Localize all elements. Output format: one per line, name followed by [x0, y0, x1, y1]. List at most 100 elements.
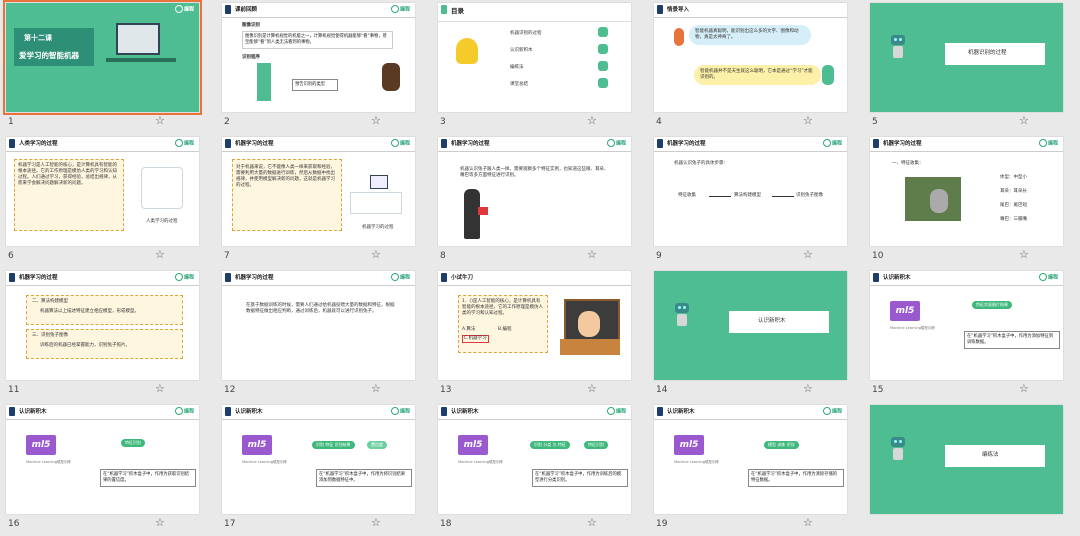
- answer-option[interactable]: C.机器学习: [462, 335, 489, 343]
- slide-number: 8: [440, 251, 446, 261]
- header-icon: [441, 139, 447, 148]
- star-icon[interactable]: ☆: [587, 114, 597, 127]
- logo-icon: [606, 407, 615, 415]
- star-icon[interactable]: ☆: [155, 516, 165, 529]
- slide-thumbnail-8[interactable]: 机器学习的过程 编程 机器认识兔子跟人类一样，需要观察多个特征实例，也知道这些眼、…: [432, 134, 648, 268]
- star-icon[interactable]: ☆: [803, 114, 813, 127]
- slide-thumbnail-7[interactable]: 机器学习的过程 编程 对于机器来说，它不能像人类一样来获取和经验，需要利用大量的数…: [216, 134, 432, 268]
- feature-item: 体型：中型小: [1000, 175, 1027, 180]
- slide-thumbnail-6[interactable]: 人类学习的过程 编程 机器学习是人工智能的核心，是计算机具有智能的根本途径。它的工…: [0, 134, 216, 268]
- explanation-box: 在“机器学习”积木盒子中，作用为清除存储的特征数据。: [748, 469, 844, 487]
- star-icon[interactable]: ☆: [371, 248, 381, 261]
- slide-header: 情景导入: [667, 7, 690, 13]
- slide-thumbnail-5[interactable]: 机器识别的过程 5 ☆: [864, 0, 1080, 134]
- star-icon[interactable]: ☆: [1019, 382, 1029, 395]
- brand-logo: 编程: [174, 407, 194, 415]
- explanation-box: 在“机器学习”积木盒子中，作用为将识别结果添加到数据特征中。: [316, 469, 412, 487]
- answer-option[interactable]: B.编程: [498, 327, 512, 333]
- star-icon[interactable]: ☆: [1019, 248, 1029, 261]
- slide-header: 机器学习的过程: [451, 141, 490, 147]
- toc-item[interactable]: 认识新积木: [510, 48, 533, 54]
- brand-logo: 编程: [174, 5, 194, 13]
- ml5-logo: ml5: [674, 435, 704, 455]
- slide-header: 认识新积木: [883, 275, 911, 281]
- slide-thumbnail-13[interactable]: 小试牛刀 1．()是人工智能的核心，是计算机具有智能的根本途径，它的工作原理是模…: [432, 268, 648, 402]
- slide-thumbnail-1[interactable]: 第十二课 爱学习的智能机器 编程 1 ☆: [0, 0, 216, 134]
- star-icon[interactable]: ☆: [587, 516, 597, 529]
- slide-header: 认识新积木: [451, 409, 479, 415]
- computer-icon: [370, 175, 388, 189]
- header-icon: [441, 273, 447, 282]
- header-icon: [657, 5, 663, 14]
- slide-number: 13: [440, 385, 452, 395]
- star-icon[interactable]: ☆: [371, 382, 381, 395]
- logo-icon: [822, 407, 831, 415]
- database-icon: [598, 78, 608, 88]
- slide-thumbnail-2[interactable]: 课前回顾 编程 图像识别 图像识别是计算机视觉的机能之一，计算机视觉使得机器能够“…: [216, 0, 432, 134]
- answer-option[interactable]: A.算法: [462, 327, 475, 333]
- ml5-logo: ml5: [458, 435, 488, 455]
- slide-canvas: 编练法: [870, 405, 1063, 514]
- boy-illustration: [822, 65, 834, 85]
- database-icon: [598, 61, 608, 71]
- header-icon: [873, 273, 879, 282]
- feature-item: 耳朵：耳朵长: [1000, 189, 1027, 194]
- star-icon[interactable]: ☆: [155, 248, 165, 261]
- star-icon[interactable]: ☆: [803, 382, 813, 395]
- step-label: 识别兔子图像: [796, 193, 823, 198]
- question-text: 1．()是人工智能的核心，是计算机具有智能的根本途径，它的工作原理是模仿人类的学…: [462, 299, 543, 316]
- slide-thumbnail-10[interactable]: 机器学习的过程 编程 一、特征收集： 体型：中型小 耳朵：耳朵长 尾巴：尾巴短 嘴…: [864, 134, 1080, 268]
- slide-thumbnail-4[interactable]: 情景导入 智能机器真聪明，能识别出这么多的文字、图像和动物，真是太神奇了。 智能…: [648, 0, 864, 134]
- logo-icon: [390, 407, 399, 415]
- star-icon[interactable]: ☆: [803, 516, 813, 529]
- owl-illustration: [382, 63, 400, 91]
- brand-logo: 编程: [174, 139, 194, 147]
- slide-thumbnail-11[interactable]: 机器学习的过程 编程 二、算法构建模型 机器算法以上描述特征建立相应模型，形成模型…: [0, 268, 216, 402]
- brand-logo: 编程: [822, 407, 842, 415]
- code-blocks: [257, 63, 271, 101]
- feature-item: 嘴巴：三瓣嘴: [1000, 217, 1027, 222]
- star-icon[interactable]: ☆: [587, 248, 597, 261]
- step-body: 机器算法以上描述特征建立相应模型，形成模型。: [40, 309, 139, 314]
- toc-item[interactable]: 机器识别的过程: [510, 31, 542, 37]
- logo-icon: [174, 407, 183, 415]
- code-block: 特征识别: [121, 439, 145, 447]
- star-icon[interactable]: ☆: [1019, 114, 1029, 127]
- slide-number: 6: [8, 251, 14, 261]
- header-icon: [9, 139, 15, 148]
- slide-thumbnail-9[interactable]: 机器学习的过程 编程 机器认识兔子的具体步骤： 特征收集 算法构建模型 识别兔子图…: [648, 134, 864, 268]
- star-icon[interactable]: ☆: [155, 382, 165, 395]
- caption: 人类学习的过程: [146, 219, 178, 224]
- star-icon[interactable]: ☆: [371, 516, 381, 529]
- star-icon[interactable]: ☆: [155, 114, 165, 127]
- subheading: 图像识别: [242, 23, 260, 28]
- slide-header: 机器学习的过程: [667, 141, 706, 147]
- slide-header: 认识新积木: [235, 409, 263, 415]
- slide-canvas: 认识新积木 编程 ml5 Machine Learning模型训练 识别 特征 识…: [222, 405, 415, 514]
- body-text: 在基于数据训练的时候，需要人们通过给机器投喂大量的数据和特征，根据数据特征做出相…: [246, 303, 395, 314]
- slide-number: 17: [224, 519, 236, 529]
- toc-item[interactable]: 编练法: [510, 65, 524, 71]
- definition-box: 图像识别是计算机视觉的机能之一，计算机视觉使得机器能够“看”事物，甚至能够“看”…: [242, 31, 393, 49]
- star-icon[interactable]: ☆: [371, 114, 381, 127]
- star-icon[interactable]: ☆: [803, 248, 813, 261]
- slide-thumbnail-12[interactable]: 机器学习的过程 编程 在基于数据训练的时候，需要人们通过给机器投喂大量的数据和特征…: [216, 268, 432, 402]
- header-icon: [9, 273, 15, 282]
- star-icon[interactable]: ☆: [587, 382, 597, 395]
- slide-thumbnail-14[interactable]: 认识新积木 14 ☆: [648, 268, 864, 402]
- caption: 机器学习的过程: [362, 225, 394, 230]
- slide-number: 7: [224, 251, 230, 261]
- slide-header: 机器学习的过程: [235, 275, 274, 281]
- logo-icon: [1038, 139, 1047, 147]
- slide-header: 机器学习的过程: [883, 141, 922, 147]
- slide-thumbnail-3[interactable]: 目录 机器识别的过程 认识新积木 编练法 课堂总结 3 ☆: [432, 0, 648, 134]
- ml-caption: Machine Learning模型训练: [26, 460, 71, 464]
- slide-canvas: 机器学习的过程 编程 二、算法构建模型 机器算法以上描述特征建立相应模型，形成模型…: [6, 271, 199, 380]
- slide-number: 15: [872, 385, 884, 395]
- toc-item[interactable]: 课堂总结: [510, 82, 528, 88]
- feature-item: 尾巴：尾巴短: [1000, 203, 1027, 208]
- ml-caption: Machine Learning模型训练: [458, 460, 503, 464]
- code-block: 特征识别: [584, 441, 608, 449]
- slide-thumbnail-15[interactable]: 认识新积木 编程 ml5 Machine Learning模型训练 特征实现图片结…: [864, 268, 1080, 402]
- slide-number: 18: [440, 519, 452, 529]
